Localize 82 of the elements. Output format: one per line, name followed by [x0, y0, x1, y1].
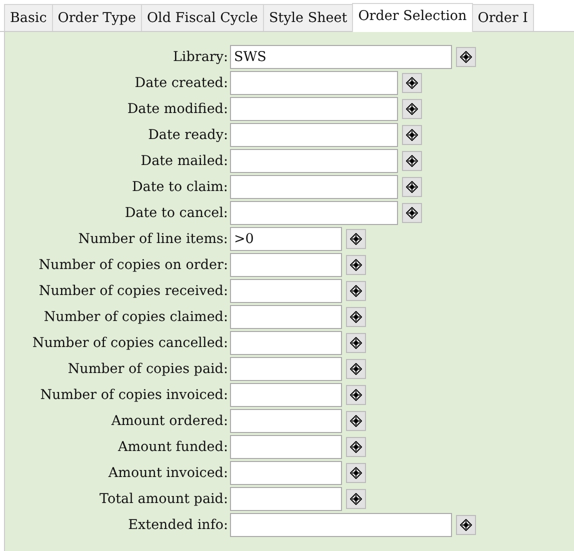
input-field[interactable]	[230, 71, 398, 95]
input-field[interactable]	[230, 123, 398, 147]
field-label: Amount invoiced:	[107, 465, 229, 481]
diamond-target-icon	[350, 285, 362, 297]
diamond-target-icon	[406, 207, 418, 219]
tab[interactable]: Order Selection	[352, 3, 473, 32]
field-label: Number of copies claimed:	[42, 309, 229, 325]
input-field[interactable]: SWS	[230, 45, 452, 69]
diamond-target-icon	[406, 181, 418, 193]
picker-button[interactable]	[346, 307, 366, 327]
diamond-target-icon	[406, 103, 418, 115]
picker-button[interactable]	[402, 203, 422, 223]
picker-button[interactable]	[402, 125, 422, 145]
input-field[interactable]	[230, 487, 342, 511]
picker-button[interactable]	[402, 151, 422, 171]
field-label: Date modified:	[126, 101, 229, 117]
diamond-target-icon	[350, 389, 362, 401]
field-label: Date mailed:	[140, 153, 229, 169]
diamond-target-icon	[350, 337, 362, 349]
input-field[interactable]	[230, 253, 342, 277]
diamond-target-icon	[350, 259, 362, 271]
diamond-target-icon	[406, 129, 418, 141]
diamond-target-icon	[350, 415, 362, 427]
input-field[interactable]: >0	[230, 227, 342, 251]
picker-button[interactable]	[346, 229, 366, 249]
picker-button[interactable]	[402, 177, 422, 197]
diamond-target-icon	[460, 51, 472, 63]
picker-button[interactable]	[346, 359, 366, 379]
picker-button[interactable]	[456, 47, 476, 67]
field-label: Library:	[172, 49, 229, 65]
diamond-target-icon	[350, 441, 362, 453]
tab[interactable]: Basic	[4, 4, 53, 31]
picker-button[interactable]	[402, 99, 422, 119]
diamond-target-icon	[350, 311, 362, 323]
diamond-target-icon	[406, 77, 418, 89]
diamond-target-icon	[350, 467, 362, 479]
input-field[interactable]	[230, 279, 342, 303]
input-field[interactable]	[230, 383, 342, 407]
input-field[interactable]	[230, 201, 398, 225]
field-label: Date ready:	[147, 127, 229, 143]
input-field[interactable]	[230, 461, 342, 485]
field-label: Number of line items:	[77, 231, 229, 247]
diamond-target-icon	[350, 363, 362, 375]
picker-button[interactable]	[346, 463, 366, 483]
picker-button[interactable]	[346, 437, 366, 457]
field-label: Number of copies invoiced:	[39, 387, 229, 403]
tab[interactable]: Style Sheet	[262, 4, 354, 31]
diamond-target-icon	[350, 493, 362, 505]
field-label: Extended info:	[127, 517, 229, 533]
picker-button[interactable]	[402, 73, 422, 93]
tab[interactable]: Old Fiscal Cycle	[140, 4, 264, 31]
input-field[interactable]	[230, 409, 342, 433]
field-label: Date to cancel:	[124, 205, 229, 221]
picker-button[interactable]	[346, 489, 366, 509]
input-field[interactable]	[230, 149, 398, 173]
input-field[interactable]	[230, 97, 398, 121]
input-field[interactable]	[230, 305, 342, 329]
input-field[interactable]	[230, 357, 342, 381]
field-label: Amount ordered:	[110, 413, 229, 429]
input-field[interactable]	[230, 435, 342, 459]
field-label: Number of copies on order:	[38, 257, 229, 273]
input-field[interactable]	[230, 331, 342, 355]
input-field[interactable]	[230, 175, 398, 199]
picker-button[interactable]	[456, 515, 476, 535]
picker-button[interactable]	[346, 385, 366, 405]
input-field[interactable]	[230, 513, 452, 537]
diamond-target-icon	[460, 519, 472, 531]
picker-button[interactable]	[346, 411, 366, 431]
tab[interactable]: Order I	[472, 4, 534, 31]
diamond-target-icon	[406, 155, 418, 167]
field-label: Amount funded:	[116, 439, 229, 455]
picker-button[interactable]	[346, 333, 366, 353]
field-label: Number of copies received:	[38, 283, 229, 299]
diamond-target-icon	[350, 233, 362, 245]
picker-button[interactable]	[346, 255, 366, 275]
picker-button[interactable]	[346, 281, 366, 301]
field-label: Date to claim:	[130, 179, 229, 195]
field-label: Date created:	[134, 75, 229, 91]
field-label: Number of copies cancelled:	[31, 335, 229, 351]
tab[interactable]: Order Type	[52, 4, 142, 31]
field-label: Number of copies paid:	[66, 361, 229, 377]
field-label: Total amount paid:	[98, 491, 229, 507]
